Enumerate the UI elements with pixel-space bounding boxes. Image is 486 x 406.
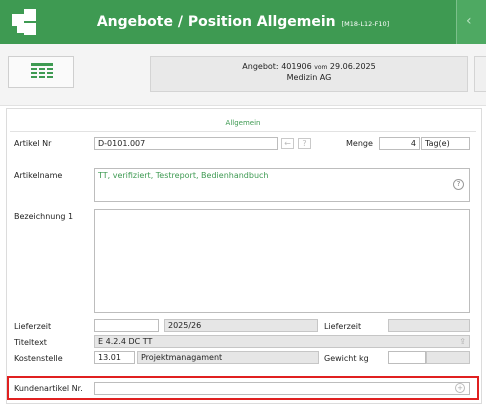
titeltext-field: E 4.2.4 DC TT ⇪	[94, 335, 470, 348]
menge-label: Menge	[346, 139, 373, 148]
share-icon[interactable]: ⇪	[459, 336, 466, 347]
gewicht-label: Gewicht kg	[324, 354, 369, 363]
offer-line: Angebot: 401906 vom 29.06.2025	[151, 62, 467, 71]
page-title: Angebote / Position Allgemein [M18-L12-F1…	[0, 0, 486, 44]
bezeichnung-label: Bezeichnung 1	[14, 212, 74, 221]
artikel-nr-label: Artikel Nr	[14, 139, 52, 148]
section-title: Allgemein	[225, 119, 261, 127]
artikelname-textarea[interactable]: TT, verifiziert, Testreport, Bedienhandb…	[94, 168, 470, 202]
kundenartikel-input[interactable]: +	[94, 382, 470, 395]
customer-name: Medizin AG	[286, 73, 332, 82]
titeltext-value: E 4.2.4 DC TT	[98, 337, 153, 346]
menge-unit-select[interactable]: Tag(e)	[421, 137, 470, 150]
gewicht-input[interactable]	[388, 351, 426, 364]
artikelname-label: Artikelname	[14, 171, 63, 180]
offer-number: 401906	[281, 62, 312, 71]
offer-info-box: Angebot: 401906 vom 29.06.2025 Medizin A…	[150, 56, 468, 92]
list-view-button[interactable]	[8, 56, 74, 88]
artikel-nr-input[interactable]: D-0101.007	[94, 137, 278, 150]
kostenstelle-name: Projektmanagament	[137, 351, 319, 364]
back-button[interactable]: ‹	[456, 0, 486, 44]
offer-date: 29.06.2025	[329, 62, 376, 71]
artikel-help-icon[interactable]: ?	[298, 138, 311, 149]
app-header: Angebote / Position Allgemein [M18-L12-F1…	[0, 0, 486, 44]
arrow-left-icon[interactable]: ←	[281, 138, 294, 149]
titeltext-label: Titeltext	[14, 338, 47, 347]
table-list-icon	[31, 63, 53, 78]
kostenstelle-code-input[interactable]: 13.01	[94, 351, 135, 364]
bezeichnung-textarea[interactable]	[94, 209, 470, 313]
offer-vom: vom	[314, 64, 328, 71]
help-icon[interactable]: ?	[453, 179, 464, 190]
offer-toolbar: Angebot: 401906 vom 29.06.2025 Medizin A…	[0, 44, 486, 106]
add-icon[interactable]: +	[455, 383, 465, 393]
lieferzeit-label: Lieferzeit	[14, 322, 52, 331]
gewicht-unit	[426, 351, 470, 364]
lieferzeit-input[interactable]	[94, 319, 159, 332]
chevron-left-icon: ‹	[466, 13, 472, 29]
lieferzeit2-label: Lieferzeit	[324, 322, 362, 331]
artikelname-text: TT, verifiziert, Testreport, Bedienhandb…	[98, 171, 269, 180]
lieferzeit-period: 2025/26	[164, 319, 318, 332]
next-panel-button[interactable]	[474, 56, 486, 92]
screen-code: [M18-L12-F10]	[341, 20, 390, 28]
page-title-text: Angebote / Position Allgemein	[96, 14, 336, 30]
lieferzeit2-field	[388, 319, 470, 332]
kundenartikel-label: Kundenartikel Nr.	[14, 384, 83, 393]
section-divider	[10, 131, 476, 132]
offer-prefix: Angebot:	[242, 62, 279, 71]
kostenstelle-label: Kostenstelle	[14, 354, 63, 363]
menge-input[interactable]: 4	[379, 137, 420, 150]
